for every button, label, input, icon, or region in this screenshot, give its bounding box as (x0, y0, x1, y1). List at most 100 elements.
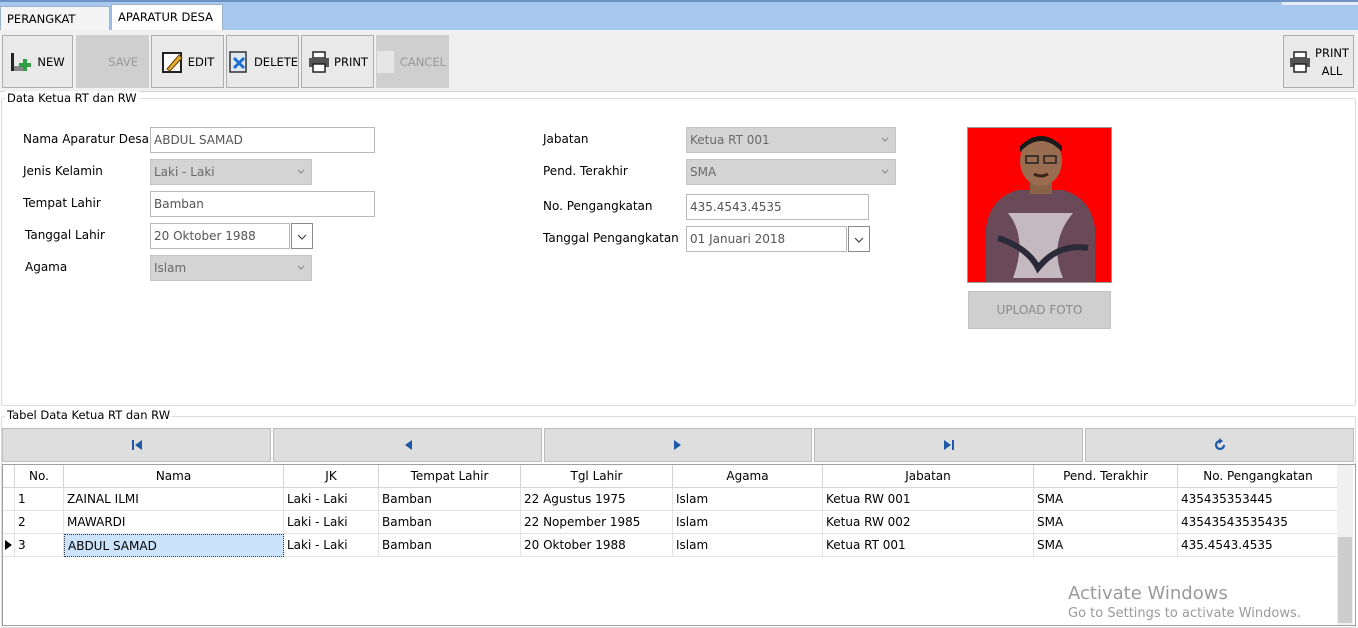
table-cell-selected[interactable]: ABDUL SAMAD (64, 534, 284, 557)
table-cell[interactable]: MAWARDI (64, 511, 284, 534)
tanggal-pengangkatan-input[interactable]: 01 Januari 2018 (686, 226, 847, 252)
no-pengangkatan-input[interactable]: 435.4543.4535 (686, 194, 869, 220)
row-header[interactable] (3, 488, 15, 511)
table-row-current[interactable]: 3 ABDUL SAMAD Laki - Laki Bamban 20 Okto… (3, 534, 1339, 557)
pend-terakhir-select[interactable]: SMA (686, 159, 896, 185)
table-cell[interactable]: 22 Nopember 1985 (521, 511, 673, 534)
jenis-kelamin-label: Jenis Kelamin (23, 164, 103, 178)
table-cell[interactable]: Islam (673, 534, 823, 557)
previous-record-icon (404, 440, 412, 450)
nama-input[interactable]: ABDUL SAMAD (150, 127, 375, 153)
printer-icon (307, 50, 331, 74)
table-cell[interactable]: Laki - Laki (284, 488, 379, 511)
next-record-icon (674, 440, 681, 450)
nav-next-button[interactable] (544, 428, 812, 462)
tanggal-pengangkatan-dropdown[interactable] (848, 226, 870, 252)
cancel-icon (377, 50, 394, 73)
cancel-button[interactable]: CANCEL (376, 35, 449, 88)
column-header[interactable]: Tempat Lahir (379, 465, 521, 488)
column-header[interactable]: No. (15, 465, 64, 488)
row-header[interactable] (3, 534, 15, 557)
table-cell[interactable]: Ketua RW 002 (823, 511, 1034, 534)
table-cell[interactable]: 435.4543.4535 (1178, 534, 1339, 557)
jabatan-value: Ketua RT 001 (690, 133, 770, 147)
toolbar: NEW SAVE EDIT DELETE PRINT CANCEL PRINT … (0, 30, 1358, 92)
tempat-lahir-input[interactable]: Bamban (150, 191, 375, 217)
new-button[interactable]: NEW (2, 35, 73, 88)
tab-perangkat-desa[interactable]: PERANGKAT DESA (0, 6, 110, 50)
table-cell[interactable]: 3 (15, 534, 64, 557)
edit-button[interactable]: EDIT (151, 35, 224, 88)
upload-foto-button[interactable]: UPLOAD FOTO (968, 291, 1111, 329)
column-header[interactable]: Nama (64, 465, 284, 488)
tab-aparatur-desa[interactable]: APARATUR DESA (111, 4, 223, 32)
print-all-button[interactable]: PRINT ALL (1283, 35, 1354, 88)
table-cell[interactable]: Laki - Laki (284, 511, 379, 534)
table-cell[interactable]: Laki - Laki (284, 534, 379, 557)
scrollbar-thumb[interactable] (1338, 537, 1352, 623)
tanggal-lahir-dropdown[interactable] (291, 223, 313, 249)
jabatan-select[interactable]: Ketua RT 001 (686, 127, 896, 153)
table-cell[interactable]: 435435353445 (1178, 488, 1339, 511)
table-cell[interactable]: 1 (15, 488, 64, 511)
column-header[interactable]: Pend. Terakhir (1034, 465, 1178, 488)
nav-prev-button[interactable] (273, 428, 542, 462)
table-cell[interactable]: Bamban (379, 511, 521, 534)
agama-select[interactable]: Islam (150, 255, 312, 281)
printer-icon (1288, 50, 1312, 74)
table-cell[interactable]: 20 Oktober 1988 (521, 534, 673, 557)
activate-windows-watermark: Activate Windows Go to Settings to activ… (1068, 583, 1301, 621)
table-row[interactable]: 1 ZAINAL ILMI Laki - Laki Bamban 22 Agus… (3, 488, 1339, 511)
jabatan-label: Jabatan (543, 132, 589, 146)
chevron-down-icon (297, 234, 307, 240)
table-cell[interactable]: 22 Agustus 1975 (521, 488, 673, 511)
column-header[interactable]: Agama (673, 465, 823, 488)
column-header[interactable]: Jabatan (823, 465, 1034, 488)
nav-first-button[interactable] (2, 428, 271, 462)
new-record-icon (10, 50, 34, 74)
edit-pencil-icon (161, 50, 185, 74)
table-cell[interactable]: Ketua RW 001 (823, 488, 1034, 511)
table-cell[interactable]: SMA (1034, 488, 1178, 511)
table-cell[interactable]: Bamban (379, 488, 521, 511)
table-cell[interactable]: 2 (15, 511, 64, 534)
table-cell[interactable]: Islam (673, 511, 823, 534)
refresh-icon (1214, 438, 1225, 451)
profile-photo (967, 127, 1112, 283)
table-row[interactable]: 2 MAWARDI Laki - Laki Bamban 22 Nopember… (3, 511, 1339, 534)
table-cell[interactable]: Islam (673, 488, 823, 511)
refresh-button[interactable] (1085, 428, 1354, 462)
tanggal-lahir-input[interactable]: 20 Oktober 1988 (150, 223, 290, 249)
agama-label: Agama (25, 260, 68, 274)
table-cell[interactable]: Ketua RT 001 (823, 534, 1034, 557)
print-all-line2: ALL (1321, 63, 1343, 78)
delete-button[interactable]: DELETE (226, 35, 299, 88)
tanggal-pengangkatan-label: Tanggal Pengangkatan (543, 231, 679, 245)
chevron-down-icon (854, 237, 864, 243)
table-cell[interactable]: SMA (1034, 534, 1178, 557)
table-cell[interactable]: ZAINAL ILMI (64, 488, 284, 511)
first-record-icon (131, 440, 142, 450)
table-cell[interactable]: Bamban (379, 534, 521, 557)
print-label: PRINT (334, 54, 368, 69)
tanggal-lahir-label: Tanggal Lahir (25, 228, 105, 242)
row-header[interactable] (3, 511, 15, 534)
watermark-line2: Go to Settings to activate Windows. (1068, 606, 1301, 621)
form-group-title: Data Ketua RT dan RW (5, 91, 139, 105)
pend-terakhir-label: Pend. Terakhir (543, 164, 628, 178)
table-cell[interactable]: SMA (1034, 511, 1178, 534)
table-cell[interactable]: 43543543535435 (1178, 511, 1339, 534)
vertical-scrollbar[interactable] (1337, 465, 1353, 625)
new-label: NEW (37, 54, 65, 69)
jenis-kelamin-select[interactable]: Laki - Laki (150, 159, 312, 185)
chevron-down-icon (297, 265, 305, 270)
print-button[interactable]: PRINT (301, 35, 374, 88)
nav-last-button[interactable] (814, 428, 1083, 462)
jenis-kelamin-value: Laki - Laki (154, 165, 215, 179)
row-header-corner (3, 465, 15, 488)
column-header[interactable]: JK (284, 465, 379, 488)
save-button[interactable]: SAVE (76, 35, 149, 88)
column-header[interactable]: No. Pengangkatan (1178, 465, 1339, 488)
column-header[interactable]: Tgl Lahir (521, 465, 673, 488)
agama-value: Islam (154, 261, 187, 275)
